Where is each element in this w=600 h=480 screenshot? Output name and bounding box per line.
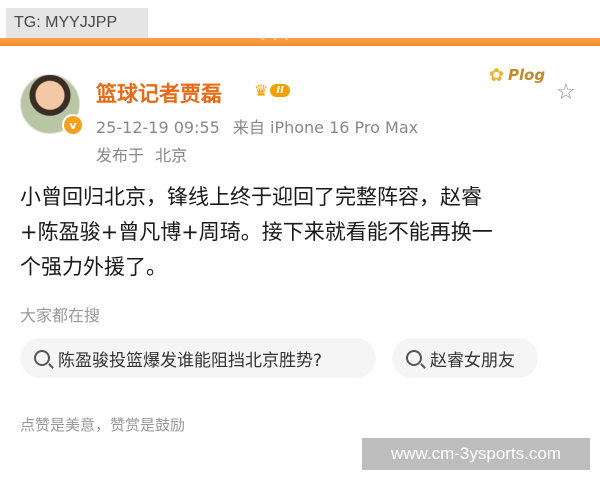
search-suggestion-label: 赵睿女朋友 <box>430 350 515 371</box>
crown-icon: ♛ <box>254 80 269 100</box>
site-watermark: www.cm-3ysports.com <box>362 438 590 470</box>
post-location: 发布于 北京 <box>96 142 187 166</box>
search-suggestion-chip[interactable]: 赵睿女朋友 <box>392 338 538 378</box>
accent-strip: ••• <box>0 34 600 46</box>
post-timestamp: 25-12-19 09:55 <box>96 118 220 137</box>
post-body: 小曾回归北京，锋线上终于迎回了完整阵容，赵睿 +陈盈骏+曾凡博+周琦。接下来就看… <box>20 180 586 285</box>
location-label: 发布于 <box>96 146 145 165</box>
strip-decoration: ••• <box>260 34 296 45</box>
post-text-line: 个强力外援了。 <box>20 255 167 279</box>
location-city: 北京 <box>155 146 188 165</box>
search-heading: 大家都在搜 <box>20 306 101 325</box>
search-icon <box>406 350 422 366</box>
post-meta: 25-12-19 09:55 来自 iPhone 16 Pro Max <box>96 114 418 138</box>
search-suggestion-chip[interactable]: 陈盈骏投篮爆发谁能阻挡北京胜势? <box>20 338 376 378</box>
sticker-text: Plog <box>507 66 546 84</box>
search-icon <box>34 350 50 366</box>
post-card: v 篮球记者贾磊 ♛ II ✿ Plog ☆ 25-12-19 09:55 来自… <box>6 46 594 446</box>
footer-note: 点赞是美意，赞赏是鼓励 <box>20 416 186 434</box>
search-suggestion-label: 陈盈骏投篮爆发谁能阻挡北京胜势? <box>58 350 323 371</box>
plog-sticker: ✿ Plog <box>472 56 562 94</box>
post-text-line: 小曾回归北京，锋线上终于迎回了完整阵容，赵睿 <box>20 185 482 209</box>
level-badge[interactable]: ♛ II <box>254 80 294 100</box>
watermark-tag: TG: MYYJJPP <box>6 8 148 38</box>
post-source: 来自 iPhone 16 Pro Max <box>232 118 419 137</box>
level-label: II <box>270 83 290 97</box>
post-text-line: +陈盈骏+曾凡博+周琦。接下来就看能不能再换一 <box>20 220 493 244</box>
flower-icon: ✿ <box>488 64 504 86</box>
verified-badge-icon: v <box>62 114 84 136</box>
star-icon[interactable]: ☆ <box>556 80 576 105</box>
username[interactable]: 篮球记者贾磊 <box>96 78 222 108</box>
